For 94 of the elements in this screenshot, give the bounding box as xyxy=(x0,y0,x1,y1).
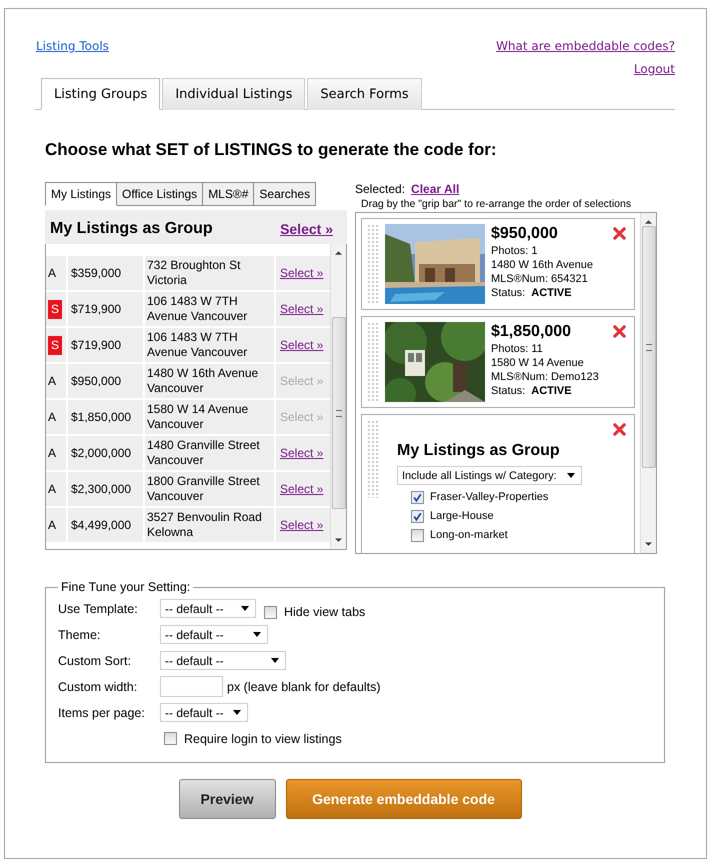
require-login-checkbox[interactable] xyxy=(164,732,177,745)
price-text: $359,000 xyxy=(71,266,122,280)
address-text: 1480 W 16th Avenue Vancouver xyxy=(147,366,260,396)
status-text: A xyxy=(48,482,56,496)
card-address: 1480 W 16th Avenue xyxy=(491,258,593,272)
group-title: My Listings as Group xyxy=(50,220,213,238)
field-label: Theme: xyxy=(58,628,102,642)
grip-bar[interactable] xyxy=(367,224,379,304)
category-label: Large-House xyxy=(430,509,494,523)
settings-legend: Fine Tune your Setting: xyxy=(58,580,194,594)
price-text: $2,000,000 xyxy=(71,446,132,460)
logout-link[interactable]: Logout xyxy=(634,62,675,76)
mls-number: MLS®Num: Demo123 xyxy=(491,370,599,384)
remove-icon[interactable] xyxy=(613,423,626,436)
mls-number: MLS®Num: 654321 xyxy=(491,272,588,286)
field-label: Use Template: xyxy=(58,602,139,616)
status-badge: S xyxy=(48,300,62,318)
status-text: A xyxy=(48,410,56,424)
card-address: 1580 W 14 Avenue xyxy=(491,356,584,370)
clear-all-link[interactable]: Clear All xyxy=(411,182,460,196)
grip-bar[interactable] xyxy=(367,420,379,498)
checkbox-label: Require login to view listings xyxy=(184,732,342,746)
status-text: A xyxy=(48,446,56,460)
source-tab[interactable]: Office Listings xyxy=(117,182,204,206)
listing-tools-link[interactable]: Listing Tools xyxy=(36,39,109,76)
source-tab[interactable]: Searches xyxy=(254,182,316,206)
tab[interactable]: Individual Listings xyxy=(162,78,306,110)
field-label: Custom Sort: xyxy=(58,654,132,668)
category-checkbox[interactable] xyxy=(411,528,424,542)
photo-count: Photos: 11 xyxy=(491,342,543,356)
scroll-down-icon[interactable] xyxy=(335,538,342,543)
sort-dropdown[interactable]: -- default -- xyxy=(160,651,286,670)
photo-count: Photos: 1 xyxy=(491,244,538,258)
remove-icon[interactable] xyxy=(613,325,626,338)
grip-bar[interactable] xyxy=(367,322,379,402)
card-price: $950,000 xyxy=(491,224,558,244)
hide-tabs-checkbox[interactable] xyxy=(264,606,277,619)
remove-icon[interactable] xyxy=(613,227,626,240)
status-text: A xyxy=(48,374,56,388)
width-input[interactable] xyxy=(160,676,223,697)
price-text: $4,499,000 xyxy=(71,518,132,532)
caret-icon xyxy=(567,473,575,478)
scrollbar[interactable] xyxy=(330,244,346,549)
template-dropdown[interactable]: -- default -- xyxy=(160,599,256,618)
page-heading: Choose what SET of LISTINGS to generate the code for: xyxy=(45,140,498,160)
field-label: Custom width: xyxy=(58,680,138,694)
status-badge: S xyxy=(48,336,62,354)
status-label: Status: xyxy=(491,384,526,398)
help-link[interactable]: What are embeddable codes? xyxy=(496,39,675,53)
per-page-dropdown[interactable]: -- default -- xyxy=(160,703,248,722)
preview-button[interactable]: Preview xyxy=(178,779,276,819)
category-label: Fraser-Valley-Properties xyxy=(430,490,548,504)
status-label: Status: xyxy=(491,286,526,300)
tab[interactable]: Listing Groups xyxy=(41,78,160,110)
selected-label: Selected: xyxy=(355,182,406,196)
group-card-title: My Listings as Group xyxy=(397,444,561,458)
scroll-up-icon[interactable] xyxy=(335,250,342,255)
theme-dropdown[interactable]: -- default -- xyxy=(160,625,268,644)
price-text: $2,300,000 xyxy=(71,482,132,496)
address-text: 1580 W 14 Avenue Vancouver xyxy=(147,402,250,432)
status-value: ACTIVE xyxy=(531,286,572,300)
price-text: $719,900 xyxy=(71,302,122,316)
caret-icon xyxy=(241,606,249,611)
price-text: $1,850,000 xyxy=(71,410,132,424)
tab[interactable]: Search Forms xyxy=(307,78,422,110)
address-text: 732 Broughton St Victoria xyxy=(147,258,242,288)
address-text: 3527 Benvoulin Road Kelowna xyxy=(147,510,263,540)
scroll-up-icon[interactable] xyxy=(645,219,652,224)
caret-icon xyxy=(253,632,261,637)
caret-icon xyxy=(271,658,279,663)
price-text: $950,000 xyxy=(71,374,122,388)
address-text: 106 1483 W 7TH Avenue Vancouver xyxy=(147,294,248,324)
source-tab[interactable]: My Listings xyxy=(45,182,118,206)
select-group-link[interactable]: Select » xyxy=(280,221,333,237)
address-text: 1800 Granville Street Vancouver xyxy=(147,474,261,504)
category-checkbox[interactable] xyxy=(411,490,424,504)
scroll-down-icon[interactable] xyxy=(645,542,652,547)
status-value: ACTIVE xyxy=(531,384,572,398)
drag-hint: Drag by the "grip bar" to re-arrange the order of selections xyxy=(361,198,632,210)
card-price: $1,850,000 xyxy=(491,322,572,342)
field-label: Items per page: xyxy=(58,706,146,720)
status-text: A xyxy=(48,266,56,280)
category-checkbox[interactable] xyxy=(411,510,424,522)
scrollbar[interactable] xyxy=(640,213,656,553)
address-text: 106 1483 W 7TH Avenue Vancouver xyxy=(147,330,248,360)
status-text: A xyxy=(48,518,56,532)
price-text: $719,900 xyxy=(71,338,122,352)
checkbox-label: Hide view tabs xyxy=(284,604,366,618)
category-dropdown[interactable]: Include all Listings w/ Category: xyxy=(397,466,582,485)
address-text: 1480 Granville Street Vancouver xyxy=(147,438,261,468)
category-label: Long-on-market xyxy=(430,528,508,542)
source-tab[interactable]: MLS®# xyxy=(203,182,254,206)
width-hint: px (leave blank for defaults) xyxy=(227,680,381,694)
caret-icon xyxy=(233,710,241,715)
